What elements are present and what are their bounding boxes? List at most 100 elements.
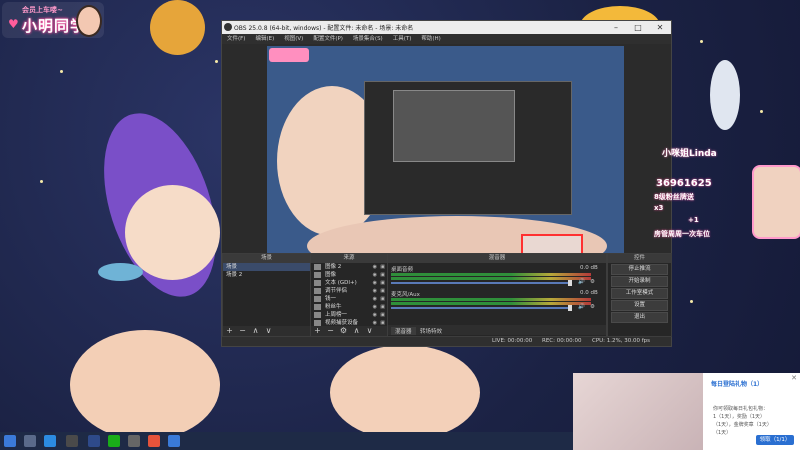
edge-icon[interactable] bbox=[44, 435, 56, 447]
obs-taskbar-icon[interactable] bbox=[66, 435, 78, 447]
heart-icon: ♥ bbox=[8, 17, 19, 31]
gear-icon[interactable]: ⚙ bbox=[337, 326, 350, 336]
scene-item[interactable]: 场景 2 bbox=[223, 271, 310, 279]
lock-icon[interactable]: ▣ bbox=[380, 311, 385, 319]
claim-button[interactable]: 领取（1/1） bbox=[756, 435, 794, 445]
obs-app-icon bbox=[224, 23, 232, 31]
lock-icon[interactable]: ▣ bbox=[380, 271, 385, 279]
volume-slider-handle[interactable] bbox=[568, 280, 572, 286]
source-item[interactable]: 图像 ◉ ▣ bbox=[311, 271, 387, 279]
eye-icon[interactable]: ◉ bbox=[373, 311, 377, 319]
sources-toolbar: + − ⚙ ∧ ∨ bbox=[311, 326, 387, 336]
source-item[interactable]: 钱一 ◉ ▣ bbox=[311, 295, 387, 303]
image-icon bbox=[314, 312, 321, 318]
lock-icon[interactable]: ▣ bbox=[380, 279, 385, 287]
app-icon[interactable] bbox=[128, 435, 140, 447]
wallpaper-rocket bbox=[710, 60, 740, 130]
move-down-icon[interactable]: ∨ bbox=[363, 326, 376, 336]
source-item[interactable]: 文本 (GDI+) ◉ ▣ bbox=[311, 279, 387, 287]
source-item[interactable]: 上周榜一 ◉ ▣ bbox=[311, 311, 387, 319]
stop-streaming-button[interactable]: 停止推流 bbox=[611, 264, 668, 275]
lock-icon[interactable]: ▣ bbox=[380, 287, 385, 295]
popup-text: （1天），金牌奖章（1天） bbox=[713, 422, 772, 428]
speaker-icon[interactable]: 🔊 bbox=[578, 304, 585, 310]
task-view-icon[interactable] bbox=[24, 435, 36, 447]
remove-icon[interactable]: − bbox=[236, 326, 249, 336]
gear-icon[interactable]: ⚙ bbox=[590, 304, 595, 310]
lock-icon[interactable]: ▣ bbox=[380, 263, 385, 271]
move-up-icon[interactable]: ∧ bbox=[249, 326, 262, 336]
eye-icon[interactable]: ◉ bbox=[373, 303, 377, 311]
brand-subtitle: 会员上车喽~ bbox=[22, 6, 63, 14]
start-recording-button[interactable]: 开始录制 bbox=[611, 276, 668, 287]
app-icon[interactable] bbox=[88, 435, 100, 447]
app-icon[interactable] bbox=[148, 435, 160, 447]
add-icon[interactable]: + bbox=[223, 326, 236, 336]
source-item[interactable]: 调节伴侣 ◉ ▣ bbox=[311, 287, 387, 295]
volume-slider-handle[interactable] bbox=[568, 305, 572, 311]
remove-icon[interactable]: − bbox=[324, 326, 337, 336]
tab-transitions[interactable]: 转场特效 bbox=[416, 327, 446, 335]
menu-edit[interactable]: 编辑(E) bbox=[250, 34, 279, 44]
menu-view[interactable]: 视图(V) bbox=[279, 34, 308, 44]
eye-icon[interactable]: ◉ bbox=[373, 279, 377, 287]
wechat-icon[interactable] bbox=[108, 435, 120, 447]
move-down-icon[interactable]: ∨ bbox=[262, 326, 275, 336]
speaker-icon[interactable]: 🔊 bbox=[578, 279, 585, 285]
text-icon bbox=[314, 296, 321, 302]
studio-mode-button[interactable]: 工作室模式 bbox=[611, 288, 668, 299]
volume-slider[interactable] bbox=[391, 307, 571, 309]
eye-icon[interactable]: ◉ bbox=[373, 271, 377, 279]
eye-icon[interactable]: ◉ bbox=[373, 295, 377, 303]
star-decoration bbox=[760, 110, 763, 113]
preview-brand-logo bbox=[269, 48, 309, 62]
menu-profile[interactable]: 配置文件(P) bbox=[308, 34, 348, 44]
preview-canvas[interactable] bbox=[267, 46, 624, 268]
taskbar bbox=[0, 432, 573, 450]
scene-item[interactable]: 场景 bbox=[223, 263, 310, 271]
volume-slider[interactable] bbox=[391, 282, 571, 284]
scenes-panel: 场景 场景 场景 2 + − ∧ ∨ bbox=[222, 253, 311, 337]
tab-mixer[interactable]: 混音器 bbox=[391, 327, 416, 335]
overlay-line: 8级粉丝牌送 bbox=[654, 193, 694, 201]
volume-meter bbox=[391, 273, 591, 276]
close-button[interactable]: ✕ bbox=[649, 21, 671, 34]
menu-scene-collection[interactable]: 场景集合(S) bbox=[348, 34, 388, 44]
gear-icon[interactable]: ⚙ bbox=[590, 279, 595, 285]
scenes-toolbar: + − ∧ ∨ bbox=[223, 326, 310, 336]
move-up-icon[interactable]: ∧ bbox=[350, 326, 363, 336]
nested-obs-preview bbox=[364, 81, 572, 215]
lock-icon[interactable]: ▣ bbox=[380, 303, 385, 311]
exit-button[interactable]: 退出 bbox=[611, 312, 668, 323]
avatar bbox=[76, 5, 102, 37]
lock-icon[interactable]: ▣ bbox=[380, 295, 385, 303]
minimize-button[interactable]: – bbox=[605, 21, 627, 34]
popup-title: 每日登陆礼物（1） bbox=[711, 381, 764, 388]
overlay-line: 房管周周一次车位 bbox=[654, 230, 710, 238]
maximize-button[interactable]: □ bbox=[627, 21, 649, 34]
sources-header: 来源 bbox=[311, 254, 387, 263]
image-icon bbox=[314, 264, 321, 270]
title-bar: OBS 25.0.8 (64-bit, windows) - 配置文件: 未命名… bbox=[222, 21, 671, 34]
windows-start-icon[interactable] bbox=[4, 435, 16, 447]
live-timer: LIVE: 00:00:00 bbox=[492, 338, 533, 344]
eye-icon[interactable]: ◉ bbox=[373, 287, 377, 295]
settings-button[interactable]: 设置 bbox=[611, 300, 668, 311]
scenes-header: 场景 bbox=[223, 254, 310, 263]
eye-icon[interactable]: ◉ bbox=[373, 263, 377, 271]
menu-file[interactable]: 文件(F) bbox=[222, 34, 250, 44]
streamer-name: 小咪姐Linda bbox=[662, 149, 717, 159]
add-icon[interactable]: + bbox=[311, 326, 324, 336]
source-item[interactable]: 粉丝牛 ◉ ▣ bbox=[311, 303, 387, 311]
mixer-tabs: 混音器 转场特效 bbox=[388, 325, 606, 335]
menu-help[interactable]: 帮助(H) bbox=[416, 34, 445, 44]
popup-text: （1天） bbox=[713, 430, 732, 436]
source-item[interactable]: 图像 2 ◉ ▣ bbox=[311, 263, 387, 271]
nested-obs-preview-inner bbox=[393, 90, 515, 162]
popup-text: 1（1天），奖励（1天） bbox=[713, 414, 766, 420]
app-icon[interactable] bbox=[168, 435, 180, 447]
close-icon[interactable]: ✕ bbox=[791, 374, 797, 382]
mixer-channel-db: 0.0 dB bbox=[580, 265, 598, 271]
volume-meter bbox=[391, 298, 591, 301]
menu-tools[interactable]: 工具(T) bbox=[388, 34, 417, 44]
